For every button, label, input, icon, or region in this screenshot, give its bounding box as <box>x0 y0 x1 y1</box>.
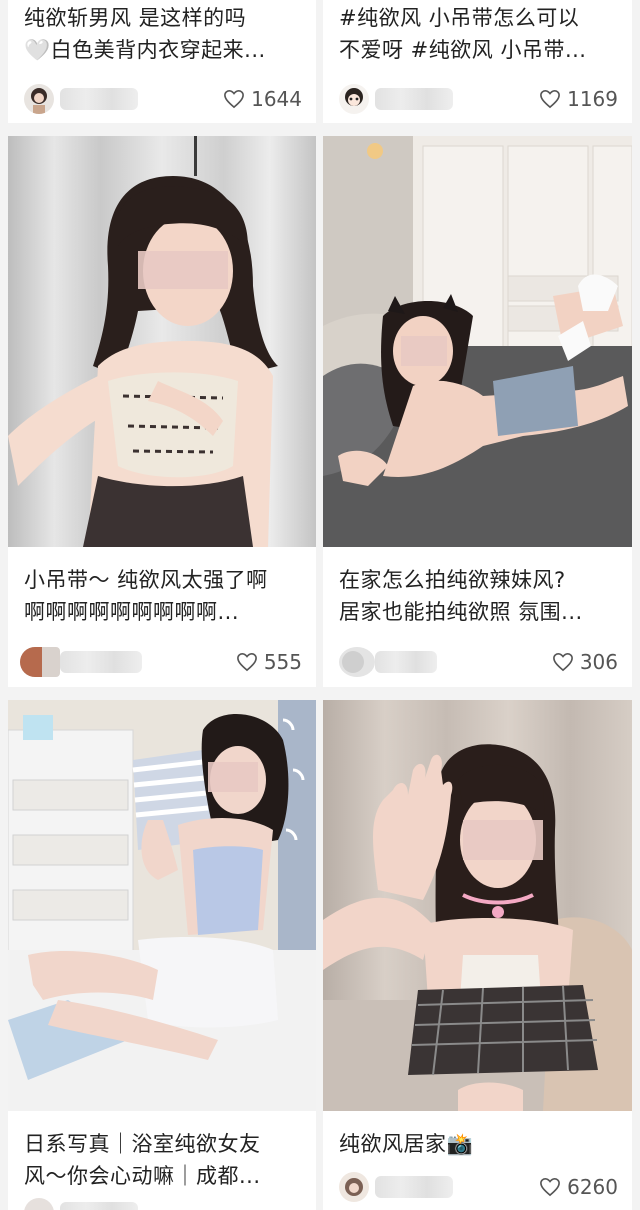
like-button[interactable]: 1169 <box>539 84 618 114</box>
author-name-blurred[interactable] <box>375 651 437 673</box>
like-count: 555 <box>263 650 302 674</box>
like-button[interactable]: 1644 <box>223 84 302 114</box>
like-count: 6260 <box>567 1175 618 1199</box>
post-card-3[interactable]: 小吊带～ 纯欲风太强了啊 啊啊啊啊啊啊啊啊啊... 555 <box>8 136 316 687</box>
post-title[interactable]: #纯欲风 小吊带怎么可以 不爱呀 #纯欲风 小吊带... <box>339 2 620 66</box>
post-meta: 6260 <box>339 1168 618 1204</box>
post-meta: 1169 <box>339 80 618 116</box>
post-title[interactable]: 小吊带～ 纯欲风太强了啊 啊啊啊啊啊啊啊啊啊... <box>24 564 304 628</box>
author-name-blurred[interactable] <box>60 651 142 673</box>
post-title[interactable]: 纯欲斩男风 是这样的吗 🤍白色美背内衣穿起来... <box>24 2 304 66</box>
like-count: 1644 <box>251 87 302 111</box>
post-cover-image[interactable] <box>8 136 316 547</box>
heart-outline-icon <box>552 652 573 672</box>
post-feed: 纯欲斩男风 是这样的吗 🤍白色美背内衣穿起来... 1644 #纯欲风 小吊带怎… <box>0 0 640 1210</box>
post-card-4[interactable]: 在家怎么拍纯欲辣妹风? 居家也能拍纯欲照 氛围... 306 <box>323 136 632 687</box>
author-avatar[interactable] <box>24 84 54 114</box>
like-button[interactable]: 306 <box>552 647 618 677</box>
post-card-5[interactable]: 日系写真｜浴室纯欲女友 风～你会心动嘛｜成都... <box>8 700 316 1210</box>
author-name-blurred[interactable] <box>60 88 138 110</box>
author-name-blurred[interactable] <box>375 88 453 110</box>
heart-outline-icon <box>540 1177 561 1197</box>
heart-outline-icon <box>540 89 561 109</box>
like-count: 1169 <box>567 87 618 111</box>
post-meta: 555 <box>20 643 302 679</box>
post-title[interactable]: 在家怎么拍纯欲辣妹风? 居家也能拍纯欲照 氛围... <box>339 564 620 628</box>
author-name-blurred[interactable] <box>60 1202 138 1210</box>
post-title[interactable]: 日系写真｜浴室纯欲女友 风～你会心动嘛｜成都... <box>24 1128 304 1192</box>
author-name-blurred[interactable] <box>375 1176 453 1198</box>
post-title[interactable]: 纯欲风居家📸 <box>339 1128 620 1160</box>
author-avatar[interactable] <box>20 647 60 677</box>
post-meta <box>24 1194 302 1210</box>
author-avatar[interactable] <box>24 1198 54 1210</box>
post-meta: 1644 <box>24 80 302 116</box>
post-card-2[interactable]: #纯欲风 小吊带怎么可以 不爱呀 #纯欲风 小吊带... 1169 <box>323 0 632 123</box>
author-avatar[interactable] <box>339 647 375 677</box>
post-cover-image[interactable] <box>8 700 316 1111</box>
post-card-1[interactable]: 纯欲斩男风 是这样的吗 🤍白色美背内衣穿起来... 1644 <box>8 0 316 123</box>
author-avatar[interactable] <box>339 84 369 114</box>
like-count: 306 <box>579 650 618 674</box>
post-cover-image[interactable] <box>323 136 632 547</box>
post-meta: 306 <box>339 643 618 679</box>
post-cover-image[interactable] <box>323 700 632 1111</box>
like-button[interactable]: 555 <box>236 647 302 677</box>
post-card-6[interactable]: 纯欲风居家📸 6260 <box>323 700 632 1210</box>
heart-outline-icon <box>236 652 257 672</box>
author-avatar[interactable] <box>339 1172 369 1202</box>
heart-outline-icon <box>224 89 245 109</box>
like-button[interactable]: 6260 <box>539 1172 618 1202</box>
